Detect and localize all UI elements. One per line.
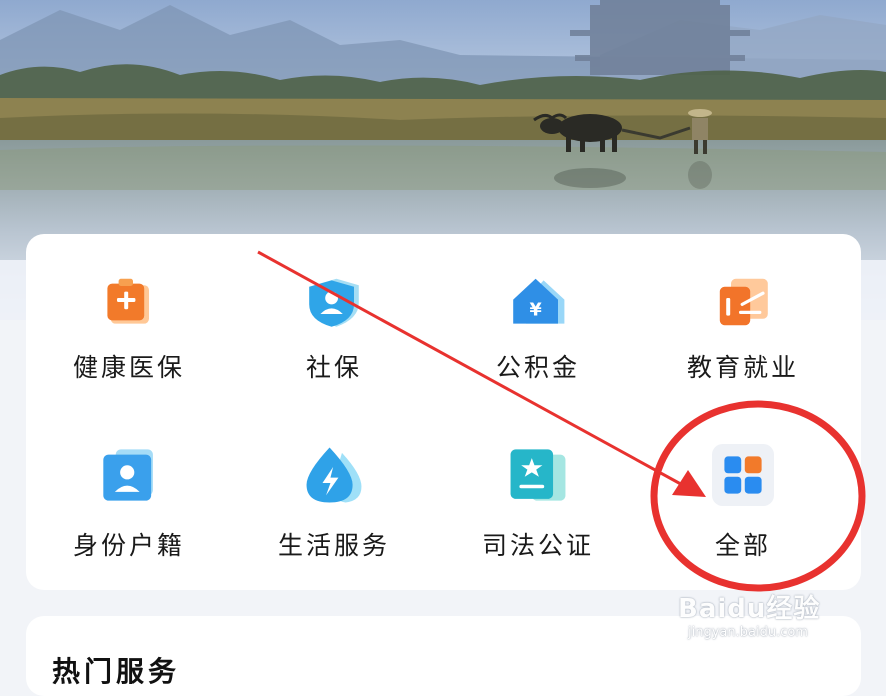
notary-certificate-icon [510,449,566,501]
service-label: 身份户籍 [72,531,185,560]
water-drop-lightning-icon [306,447,362,503]
service-housing-fund[interactable]: ¥ 公积金 [438,234,638,384]
service-education-employment[interactable]: 教育就业 [643,234,843,384]
service-life-services[interactable]: 生活服务 [234,412,434,562]
services-card: 健康医保 社保 ¥ 公积金 教育就业 身份户籍 生活服务 司法公证 全部 [26,234,861,590]
housing-fund-house-icon: ¥ [513,278,565,324]
social-security-shield-icon [309,278,359,327]
education-employment-icon [719,278,768,326]
section-title: 热门服务 [52,655,181,688]
watermark-url: jingyan.baidu.com [688,625,808,640]
service-label: 公积金 [495,353,580,382]
service-judicial-notary[interactable]: 司法公证 [438,412,638,562]
service-label: 司法公证 [481,531,594,560]
identity-card-icon [103,449,153,501]
service-label: 健康医保 [72,353,185,382]
service-label: 教育就业 [686,353,799,382]
all-grid-icon [712,444,774,506]
watermark: Baidu经验 jingyan.baidu.com [678,588,820,640]
svg-text:¥: ¥ [529,301,542,321]
service-label: 社保 [305,353,362,382]
medical-insurance-icon [107,278,149,324]
service-label: 生活服务 [277,531,390,560]
service-medical-insurance[interactable]: 健康医保 [29,234,229,384]
service-label: 全部 [714,531,771,560]
watermark-brand: Baidu经验 [678,594,821,624]
service-social-security[interactable]: 社保 [234,234,434,384]
service-identity-registry[interactable]: 身份户籍 [29,412,229,562]
service-all[interactable]: 全部 [643,412,843,562]
